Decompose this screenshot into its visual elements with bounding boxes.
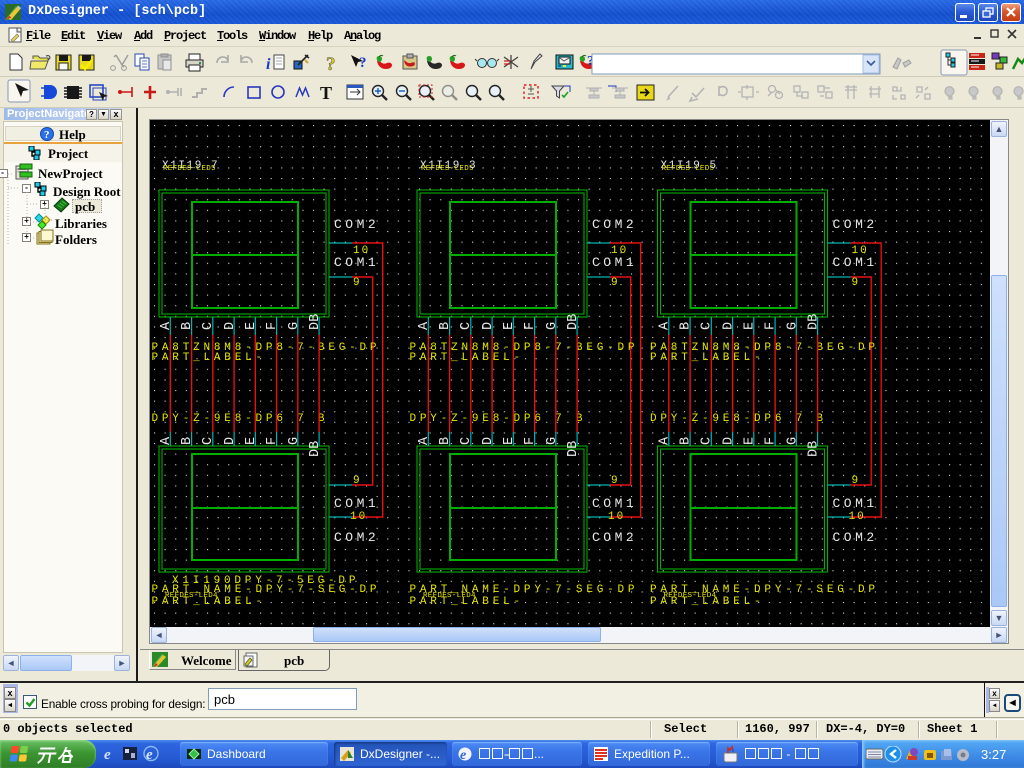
svg-text:7: 7 (211, 160, 218, 172)
svg-text:T: T (320, 83, 332, 103)
svg-text:?: ? (44, 129, 50, 141)
svg-text:3: 3 (469, 160, 476, 172)
svg-text:5: 5 (710, 160, 717, 172)
svg-text:?: ? (359, 55, 367, 71)
svg-text:i: i (266, 56, 271, 73)
svg-text:X1I190DPY-7-5EG-DP: X1I190DPY-7-5EG-DP (172, 575, 359, 587)
svg-text:?: ? (326, 54, 336, 75)
svg-text:e: e (104, 747, 111, 763)
svg-text:e: e (460, 748, 466, 762)
